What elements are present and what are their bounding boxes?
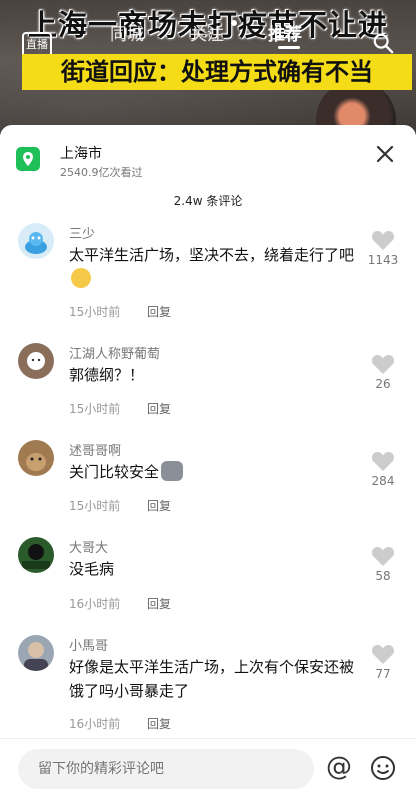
close-icon[interactable] bbox=[376, 145, 394, 163]
heart-icon bbox=[371, 645, 395, 664]
comment-time: 15小时前 bbox=[69, 499, 121, 513]
comment-count: 2.4w 条评论 bbox=[173, 194, 243, 208]
comment-time: 15小时前 bbox=[69, 402, 121, 416]
comment-time: 15小时前 bbox=[69, 305, 121, 319]
avatar[interactable] bbox=[18, 537, 54, 573]
like-count: 1143 bbox=[367, 253, 399, 267]
heart-icon bbox=[371, 452, 395, 471]
like-button[interactable]: 26 bbox=[366, 353, 400, 391]
tab-recommended[interactable]: 推荐 bbox=[268, 20, 302, 45]
comment-username[interactable]: 小馬哥 bbox=[69, 635, 108, 654]
heart-icon bbox=[371, 231, 395, 250]
video-banner: 街道回应：处理方式确有不当 bbox=[22, 54, 412, 90]
reply-button[interactable]: 回复 bbox=[147, 595, 171, 612]
comment-username[interactable]: 三少 bbox=[69, 223, 95, 242]
like-button[interactable]: 1143 bbox=[366, 229, 400, 267]
like-button[interactable]: 77 bbox=[366, 643, 400, 681]
like-count: 58 bbox=[375, 569, 391, 583]
comment-panel: 上海市 2540.9亿次看过 2.4w 条评论 三少 太平洋生活广场，坚决不去，… bbox=[0, 125, 416, 800]
location-header[interactable]: 上海市 2540.9亿次看过 bbox=[16, 143, 400, 183]
like-count: 26 bbox=[375, 377, 391, 391]
comment-text: 关门比较安全 bbox=[69, 460, 364, 484]
like-count: 77 bbox=[375, 667, 391, 681]
avatar[interactable] bbox=[18, 635, 54, 671]
emoji-icon[interactable] bbox=[370, 755, 396, 781]
reply-button[interactable]: 回复 bbox=[147, 400, 171, 417]
location-views: 2540.9亿次看过 bbox=[60, 166, 143, 179]
comment-text: 好像是太平洋生活广场，上次有个保安还被饿了吗小哥暴走了 bbox=[69, 658, 355, 700]
heart-icon bbox=[371, 547, 395, 566]
like-button[interactable]: 58 bbox=[366, 545, 400, 583]
comment-username[interactable]: 江湖人称野葡萄 bbox=[69, 343, 160, 362]
avatar[interactable] bbox=[18, 223, 54, 259]
comment-username[interactable]: 大哥大 bbox=[69, 537, 108, 556]
reply-button[interactable]: 回复 bbox=[147, 497, 171, 514]
comment-username[interactable]: 述哥哥啊 bbox=[69, 440, 121, 459]
reply-button[interactable]: 回复 bbox=[147, 303, 171, 320]
video-background: 上海一商场未打疫苗不让进 直播 同城 关注 推荐 街道回应：处理方式确有不当 bbox=[0, 0, 416, 135]
comment-input-bar: @ bbox=[0, 738, 416, 801]
notification-dot bbox=[231, 20, 237, 26]
top-nav: 直播 同城 关注 推荐 bbox=[0, 14, 416, 58]
like-button[interactable]: 284 bbox=[366, 450, 400, 488]
at-mention-icon[interactable]: @ bbox=[325, 753, 353, 781]
comment-text: 太平洋生活广场，坚决不去，绕着走行了吧 bbox=[69, 243, 364, 291]
like-count: 284 bbox=[371, 474, 395, 488]
location-pin-icon bbox=[16, 147, 40, 171]
comment-time: 16小时前 bbox=[69, 597, 121, 611]
avatar[interactable] bbox=[18, 343, 54, 379]
thinking-emoji-icon bbox=[71, 268, 91, 288]
husky-emoji-icon bbox=[161, 461, 184, 481]
comment-time: 16小时前 bbox=[69, 717, 121, 731]
tab-underline bbox=[278, 46, 300, 49]
comment-text: 没毛病 bbox=[69, 560, 115, 578]
comment-text: 郭德纲？！ bbox=[69, 366, 145, 384]
reply-button[interactable]: 回复 bbox=[147, 715, 171, 732]
search-icon[interactable] bbox=[372, 32, 394, 54]
location-name: 上海市 bbox=[60, 146, 102, 162]
comment-input[interactable] bbox=[18, 749, 314, 789]
avatar[interactable] bbox=[18, 440, 54, 476]
heart-icon bbox=[371, 355, 395, 374]
tab-nearby[interactable]: 同城 bbox=[110, 20, 144, 45]
tab-following[interactable]: 关注 bbox=[190, 20, 224, 45]
